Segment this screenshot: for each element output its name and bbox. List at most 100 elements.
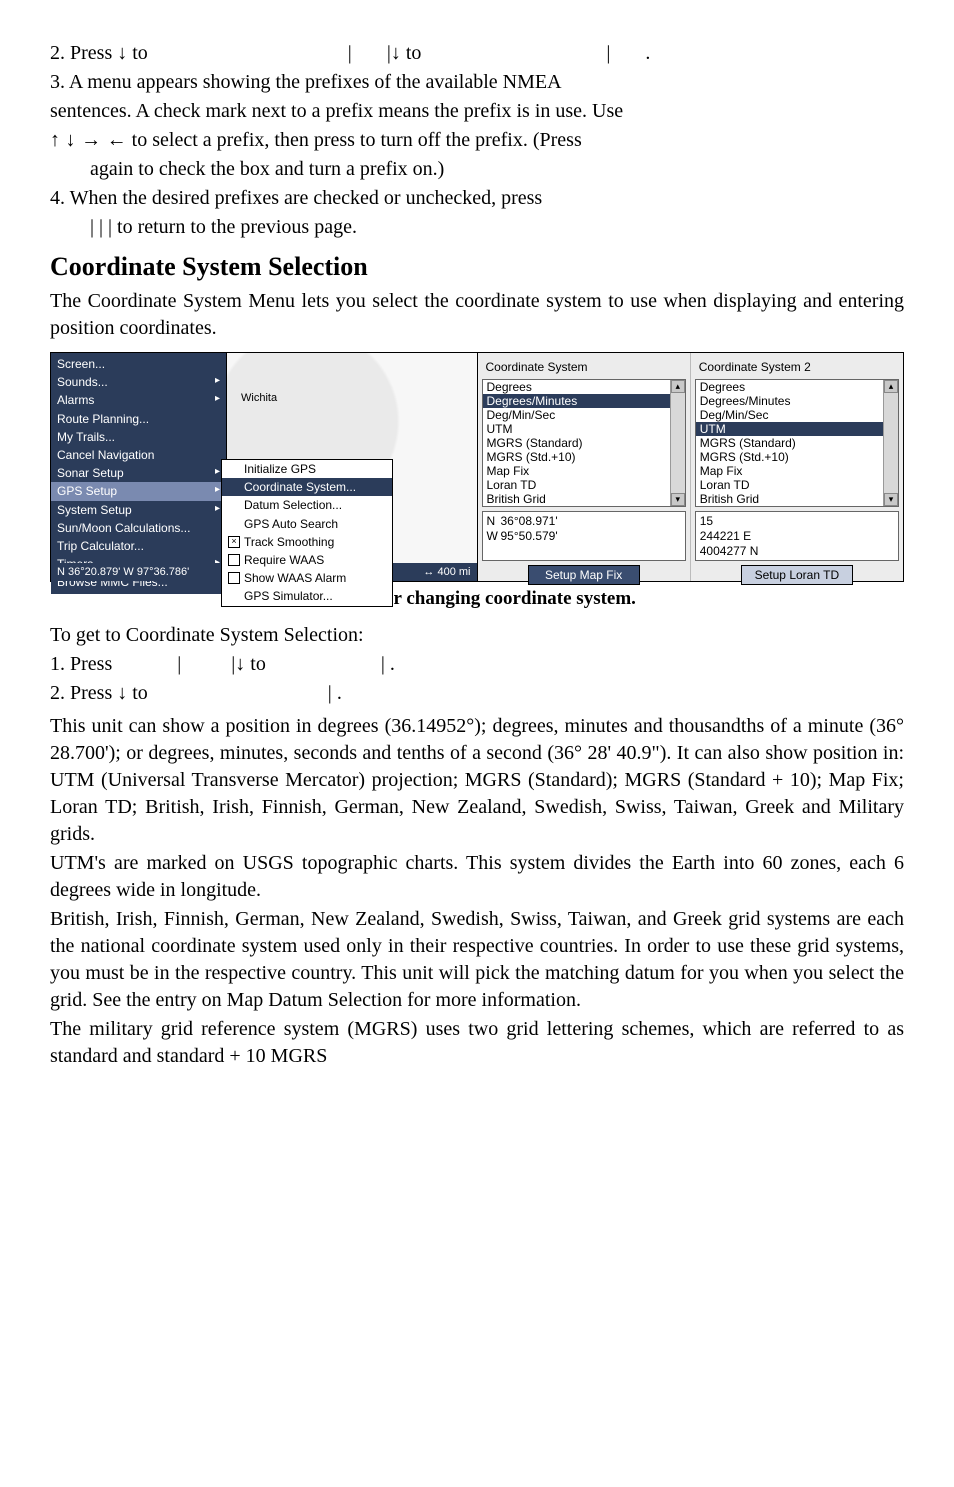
body-para-2: UTM's are marked on USGS topographic cha… xyxy=(50,850,904,904)
text: 2. Press xyxy=(50,42,117,64)
list-item[interactable]: UTM xyxy=(483,422,670,436)
main-menu-item[interactable]: Sonar Setup▸ xyxy=(51,464,226,482)
list-item[interactable]: Degrees xyxy=(696,380,883,394)
list-item[interactable]: Map Fix xyxy=(483,464,670,478)
scrollbar[interactable]: ▴ ▾ xyxy=(670,380,685,506)
checkbox-icon xyxy=(228,572,240,584)
text: to xyxy=(127,42,153,64)
list-item[interactable]: MGRS (Standard) xyxy=(696,436,883,450)
main-menu-item[interactable]: Route Planning... xyxy=(51,410,226,428)
list-item[interactable]: British Grid xyxy=(696,492,883,506)
figure-menus: Wichita Lawton Screen...Sounds...▸Alarms… xyxy=(50,352,904,582)
setup-loran-td-button[interactable]: Setup Loran TD xyxy=(741,565,853,585)
status-coords: N 36°20.879' W 97°36.786' xyxy=(57,565,189,580)
down-arrow-icon: ↓ xyxy=(117,680,127,707)
list-item[interactable]: Deg/Min/Sec xyxy=(696,408,883,422)
text: . xyxy=(385,653,395,675)
list-item[interactable]: MGRS (Std.+10) xyxy=(696,450,883,464)
scroll-up-icon[interactable]: ▴ xyxy=(884,380,898,393)
scroll-down-icon[interactable]: ▾ xyxy=(884,493,898,506)
separators: | | | xyxy=(90,216,112,238)
body-para-3: British, Irish, Finnish, German, New Zea… xyxy=(50,906,904,1014)
text: . xyxy=(645,42,650,64)
text: 1. Press xyxy=(50,653,117,675)
main-menu-item[interactable]: GPS Setup▸ xyxy=(51,482,226,500)
setup-map-fix-button[interactable]: Setup Map Fix xyxy=(528,565,640,585)
step-3-line-c: ↑ ↓ → ← to select a prefix, then press t… xyxy=(50,127,904,154)
submenu-item[interactable]: Datum Selection... xyxy=(222,496,392,514)
list-item[interactable]: Degrees xyxy=(483,380,670,394)
submenu-item[interactable]: Require WAAS xyxy=(222,551,392,569)
coord-listbox-2[interactable]: DegreesDegrees/MinutesDeg/Min/SecUTMMGRS… xyxy=(695,379,899,507)
checkbox-icon xyxy=(228,554,240,566)
text: . xyxy=(332,682,342,704)
body-para-1: This unit can show a position in degrees… xyxy=(50,713,904,848)
list-item[interactable]: MGRS (Std.+10) xyxy=(483,450,670,464)
readout-line: 4004277 N xyxy=(700,544,894,559)
step-4-line-a: 4. When the desired prefixes are checked… xyxy=(50,185,904,212)
main-menu-item[interactable]: My Trails... xyxy=(51,428,226,446)
intro-paragraph: The Coordinate System Menu lets you sele… xyxy=(50,288,904,342)
list-item[interactable]: Loran TD xyxy=(696,478,883,492)
list-item[interactable]: Degrees/Minutes xyxy=(483,394,670,408)
readout-line: 244221 E xyxy=(700,529,894,544)
separator: | xyxy=(348,42,352,64)
step-4-line-b: | | | to return to the previous page. xyxy=(90,214,904,241)
after-line-1: To get to Coordinate System Selection: xyxy=(50,622,904,649)
main-menu-item[interactable]: Screen... xyxy=(51,355,226,373)
readout-line: 15 xyxy=(700,514,894,529)
list-item[interactable]: Deg/Min/Sec xyxy=(483,408,670,422)
list-item[interactable]: Degrees/Minutes xyxy=(696,394,883,408)
list-item[interactable]: UTM xyxy=(696,422,883,436)
step-3-line-d: again to check the box and turn a prefix… xyxy=(90,156,904,183)
down-arrow-icon: ↓ xyxy=(391,40,401,67)
figure-left-panel: Wichita Lawton Screen...Sounds...▸Alarms… xyxy=(51,353,478,581)
text: to xyxy=(401,42,427,64)
down-arrow-icon: ↓ xyxy=(235,651,245,678)
submenu-item[interactable]: Show WAAS Alarm xyxy=(222,569,392,587)
main-menu-item[interactable]: Alarms▸ xyxy=(51,391,226,409)
step-3-line-a: 3. A menu appears showing the prefixes o… xyxy=(50,69,904,96)
map-label-wichita: Wichita xyxy=(241,391,277,406)
after-line-2: 1. Press | |↓ to | . xyxy=(50,651,904,678)
scroll-up-icon[interactable]: ▴ xyxy=(671,380,685,393)
section-heading: Coordinate System Selection xyxy=(50,249,904,284)
coord-readout-1: N36°08.971'W95°50.579' xyxy=(482,511,686,561)
submenu-item[interactable]: Initialize GPS xyxy=(222,460,392,478)
arrow-keys-icon: ↑ ↓ → ← xyxy=(50,127,127,154)
main-menu-item[interactable]: Sounds...▸ xyxy=(51,373,226,391)
scrollbar[interactable]: ▴ ▾ xyxy=(883,380,898,506)
separator: | xyxy=(606,42,610,64)
main-menu-item[interactable]: Cancel Navigation xyxy=(51,446,226,464)
status-scale: ↔ 400 mi xyxy=(423,565,470,580)
separator: | xyxy=(177,653,181,675)
coord-dialog-2: Coordinate System 2 DegreesDegrees/Minut… xyxy=(690,353,903,581)
coord-listbox-1[interactable]: DegreesDegrees/MinutesDeg/Min/SecUTMMGRS… xyxy=(482,379,686,507)
dialog-title: Coordinate System 2 xyxy=(695,359,899,375)
coord-dialog-1: Coordinate System DegreesDegrees/Minutes… xyxy=(478,353,690,581)
list-item[interactable]: British Grid xyxy=(483,492,670,506)
text: 2. Press xyxy=(50,682,117,704)
submenu-item[interactable]: GPS Auto Search xyxy=(222,515,392,533)
main-menu: Screen...Sounds...▸Alarms▸Route Planning… xyxy=(51,353,227,593)
submenu-item[interactable]: Coordinate System... xyxy=(222,478,392,496)
text: to return to the previous page. xyxy=(112,216,357,238)
scroll-down-icon[interactable]: ▾ xyxy=(671,493,685,506)
submenu-item[interactable]: ×Track Smoothing xyxy=(222,533,392,551)
figure-right-panel: Coordinate System DegreesDegrees/Minutes… xyxy=(478,353,904,581)
main-menu-item[interactable]: Trip Calculator... xyxy=(51,537,226,555)
list-item[interactable]: MGRS (Standard) xyxy=(483,436,670,450)
main-menu-item[interactable]: System Setup▸ xyxy=(51,501,226,519)
text: to select a prefix, then press to turn o… xyxy=(127,129,582,151)
checkbox-icon: × xyxy=(228,536,240,548)
submenu-item[interactable]: GPS Simulator... xyxy=(222,587,392,605)
readout-line: W95°50.579' xyxy=(487,529,681,544)
main-menu-item[interactable]: Sun/Moon Calculations... xyxy=(51,519,226,537)
down-arrow-icon: ↓ xyxy=(117,40,127,67)
list-item[interactable]: Loran TD xyxy=(483,478,670,492)
step-3-line-b: sentences. A check mark next to a prefix… xyxy=(50,98,904,125)
body-para-4: The military grid reference system (MGRS… xyxy=(50,1016,904,1070)
list-item[interactable]: Map Fix xyxy=(696,464,883,478)
readout-line: N36°08.971' xyxy=(487,514,681,529)
after-line-3: 2. Press ↓ to | . xyxy=(50,680,904,707)
